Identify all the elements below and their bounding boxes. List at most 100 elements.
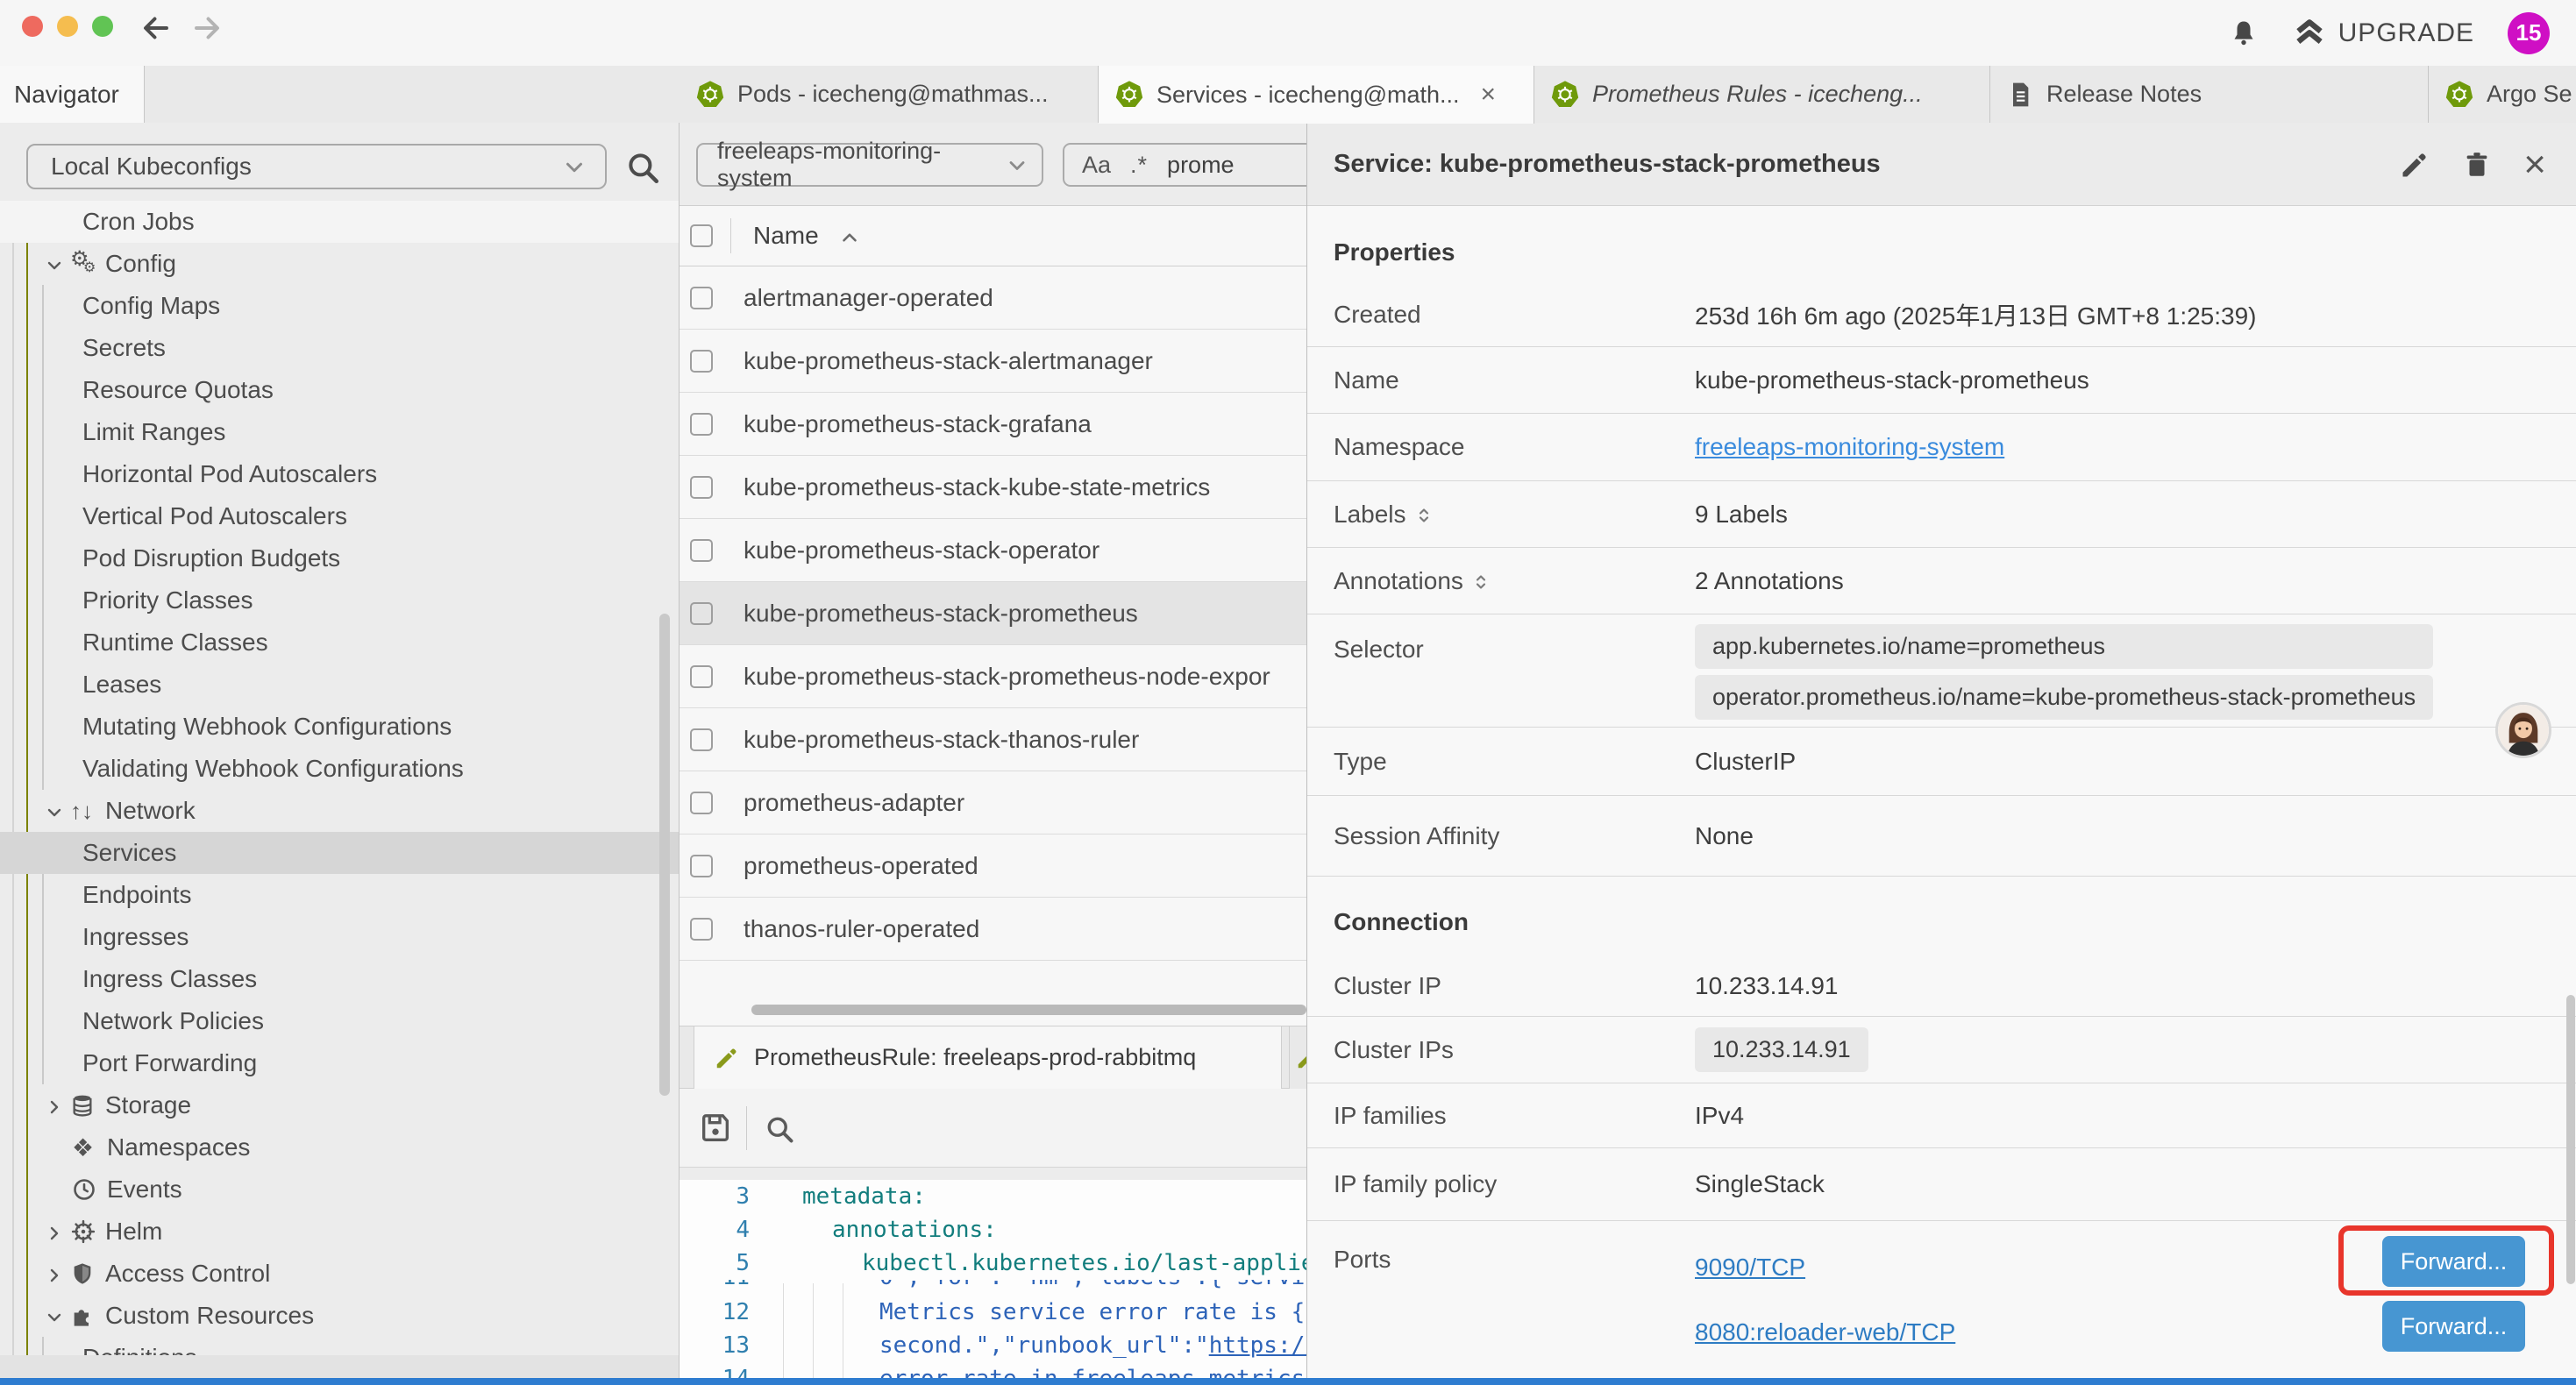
sidebar-item-priority-classes[interactable]: Priority Classes — [0, 579, 680, 621]
edit-pencil-icon[interactable] — [2399, 149, 2430, 181]
sidebar-item-secrets[interactable]: Secrets — [0, 327, 680, 369]
namespace-selector[interactable]: freeleaps-monitoring-system — [696, 143, 1043, 187]
detail-scrollbar-thumb[interactable] — [2566, 995, 2575, 1284]
sidebar-item-mutating-webhook-configurations[interactable]: Mutating Webhook Configurations — [0, 706, 680, 748]
row-checkbox[interactable] — [690, 476, 713, 499]
sidebar-item-access-control[interactable]: Access Control — [0, 1253, 680, 1295]
avatar[interactable] — [2495, 702, 2551, 758]
sidebar-item-storage[interactable]: Storage — [0, 1084, 680, 1126]
row-checkbox[interactable] — [690, 918, 713, 941]
sidebar-item-services[interactable]: Services — [0, 832, 680, 874]
sidebar-item-resource-quotas[interactable]: Resource Quotas — [0, 369, 680, 411]
sidebar-item-limit-ranges[interactable]: Limit Ranges — [0, 411, 680, 453]
horizontal-scrollbar-thumb[interactable] — [751, 1005, 1306, 1015]
match-case-toggle[interactable]: Aa — [1082, 152, 1111, 179]
forward-button-8080[interactable]: Forward... — [2382, 1301, 2525, 1352]
sidebar-item-runtime-classes[interactable]: Runtime Classes — [0, 621, 680, 664]
table-row[interactable]: thanos-ruler-operated — [680, 898, 1306, 961]
back-button[interactable] — [139, 11, 174, 46]
delete-trash-icon[interactable] — [2462, 150, 2492, 180]
bell-icon[interactable] — [2228, 18, 2259, 49]
navigator-panel-tab[interactable]: Navigator — [0, 66, 145, 123]
row-checkbox[interactable] — [690, 728, 713, 751]
kubeconfig-selector[interactable]: Local Kubeconfigs — [26, 144, 607, 189]
yaml-editor[interactable]: 3 metadata: 4 annotations: 5 kubectl.kub… — [680, 1180, 1306, 1385]
sidebar-item-ingress-classes[interactable]: Ingress Classes — [0, 958, 680, 1000]
chevron-down-icon[interactable] — [44, 797, 70, 825]
table-row[interactable]: kube-prometheus-stack-alertmanager — [680, 330, 1306, 393]
namespace-link[interactable]: freeleaps-monitoring-system — [1695, 433, 2004, 461]
editor-tab-prometheusrule[interactable]: PrometheusRule: freeleaps-prod-rabbitmq — [694, 1026, 1282, 1089]
tab-pods[interactable]: Pods - icecheng@mathmas... — [680, 66, 1099, 123]
row-checkbox[interactable] — [690, 602, 713, 625]
close-tab-icon[interactable]: × — [1481, 80, 1497, 110]
sidebar-item-leases[interactable]: Leases — [0, 664, 680, 706]
sidebar-item-vertical-pod-autoscalers[interactable]: Vertical Pod Autoscalers — [0, 495, 680, 537]
sidebar-item-namespaces[interactable]: ❖ Namespaces — [0, 1126, 680, 1168]
name-column-header[interactable]: Name — [753, 222, 819, 250]
row-checkbox[interactable] — [690, 855, 713, 877]
regex-toggle[interactable]: .* — [1130, 152, 1148, 179]
tab-release-notes[interactable]: Release Notes — [1990, 66, 2429, 123]
select-all-checkbox[interactable] — [690, 224, 713, 247]
search-icon[interactable] — [764, 1113, 795, 1145]
table-row[interactable]: kube-prometheus-stack-grafana — [680, 393, 1306, 456]
sidebar-scrollbar-thumb[interactable] — [659, 614, 670, 1096]
sidebar-item-config[interactable]: ⚙ ⚙ Config — [0, 243, 680, 285]
chevron-down-icon[interactable] — [44, 1302, 70, 1330]
maximize-window-button[interactable] — [92, 16, 113, 37]
save-icon[interactable] — [698, 1111, 733, 1146]
tab-services[interactable]: Services - icecheng@math... × — [1099, 66, 1534, 124]
expand-collapse-icon[interactable] — [1470, 567, 1491, 595]
sidebar-item-validating-webhook-configurations[interactable]: Validating Webhook Configurations — [0, 748, 680, 790]
table-row-selected[interactable]: kube-prometheus-stack-prometheus — [680, 582, 1306, 645]
table-row[interactable]: kube-prometheus-stack-operator — [680, 519, 1306, 582]
resource-search-input[interactable]: Aa .* prome — [1063, 143, 1306, 187]
notification-badge[interactable]: 15 — [2508, 12, 2550, 54]
table-row[interactable]: prometheus-operated — [680, 835, 1306, 898]
chevron-right-icon[interactable] — [44, 1218, 70, 1246]
sidebar-item-ingresses[interactable]: Ingresses — [0, 916, 680, 958]
table-row[interactable]: prometheus-adapter — [680, 771, 1306, 835]
selector-chip[interactable]: operator.prometheus.io/name=kube-prometh… — [1695, 675, 2433, 720]
sidebar-item-config-maps[interactable]: Config Maps — [0, 285, 680, 327]
sidebar-item-custom-resources[interactable]: Custom Resources — [0, 1295, 680, 1337]
table-row[interactable]: kube-prometheus-stack-prometheus-node-ex… — [680, 645, 1306, 708]
sidebar-item-pod-disruption-budgets[interactable]: Pod Disruption Budgets — [0, 537, 680, 579]
code-url-link[interactable]: https://net — [1209, 1332, 1306, 1359]
port-link[interactable]: 8080:reloader-web/TCP — [1695, 1318, 1955, 1346]
tab-prometheus-rules[interactable]: Prometheus Rules - icecheng... — [1534, 66, 1990, 123]
sort-ascending-icon[interactable] — [838, 222, 861, 250]
row-checkbox[interactable] — [690, 539, 713, 562]
upgrade-button[interactable]: UPGRADE — [2293, 17, 2474, 50]
sidebar-item-helm[interactable]: Helm — [0, 1211, 680, 1253]
table-row[interactable]: alertmanager-operated — [680, 266, 1306, 330]
sidebar-item-events[interactable]: Events — [0, 1168, 680, 1211]
tab-argo[interactable]: Argo Se — [2429, 66, 2576, 123]
sidebar-scrollbar-track[interactable] — [0, 1355, 680, 1380]
row-checkbox[interactable] — [690, 287, 713, 309]
chevron-down-icon[interactable] — [44, 250, 70, 278]
minimize-window-button[interactable] — [57, 16, 78, 37]
table-row[interactable]: kube-prometheus-stack-thanos-ruler — [680, 708, 1306, 771]
close-window-button[interactable] — [22, 16, 43, 37]
sidebar-item-port-forwarding[interactable]: Port Forwarding — [0, 1042, 680, 1084]
chevron-right-icon[interactable] — [44, 1260, 70, 1288]
expand-collapse-icon[interactable] — [1413, 501, 1434, 529]
row-checkbox[interactable] — [690, 792, 713, 814]
sidebar-item-cron-jobs[interactable]: Cron Jobs — [0, 201, 680, 243]
row-checkbox[interactable] — [690, 665, 713, 688]
cluster-ip-chip[interactable]: 10.233.14.91 — [1695, 1027, 1868, 1072]
chevron-right-icon[interactable] — [44, 1091, 70, 1119]
sidebar-item-endpoints[interactable]: Endpoints — [0, 874, 680, 916]
close-panel-icon[interactable]: × — [2523, 146, 2546, 184]
row-checkbox[interactable] — [690, 413, 713, 436]
port-link[interactable]: 9090/TCP — [1695, 1254, 1805, 1282]
editor-tab-partial[interactable] — [1289, 1026, 1306, 1089]
search-icon[interactable] — [624, 149, 661, 186]
selector-chip[interactable]: app.kubernetes.io/name=prometheus — [1695, 624, 2433, 669]
table-row[interactable]: kube-prometheus-stack-kube-state-metrics — [680, 456, 1306, 519]
row-checkbox[interactable] — [690, 350, 713, 373]
forward-button[interactable] — [189, 11, 224, 46]
sidebar-item-horizontal-pod-autoscalers[interactable]: Horizontal Pod Autoscalers — [0, 453, 680, 495]
